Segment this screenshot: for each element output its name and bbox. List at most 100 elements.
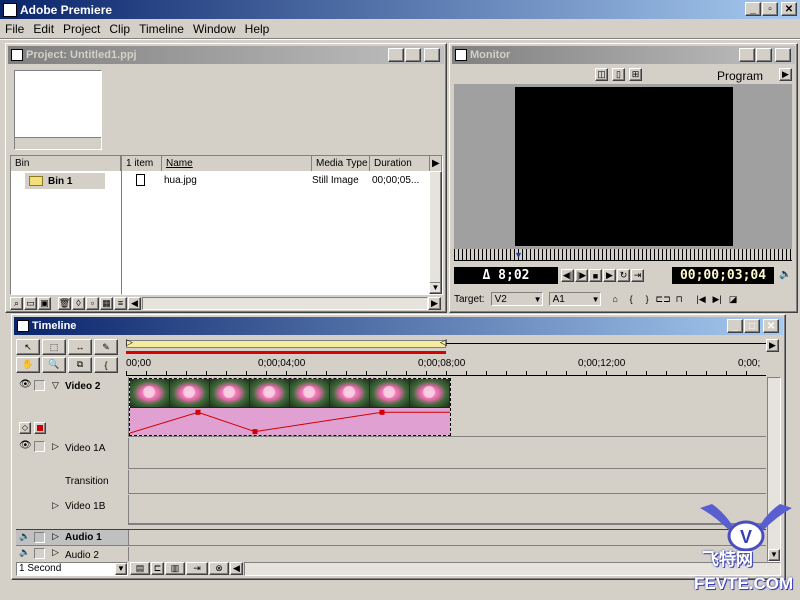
- menu-help[interactable]: Help: [245, 22, 270, 36]
- menu-clip[interactable]: Clip: [109, 22, 130, 36]
- scroll-right-icon[interactable]: ▶: [428, 296, 441, 310]
- icon-view-icon[interactable]: ▫: [86, 296, 99, 310]
- opacity-band[interactable]: [130, 408, 450, 435]
- trash-icon[interactable]: 🗑: [58, 296, 71, 310]
- menu-window[interactable]: Window: [193, 22, 236, 36]
- lock-box[interactable]: [34, 441, 45, 452]
- speaker-icon[interactable]: 🔈: [779, 269, 791, 280]
- play-in-out-icon[interactable]: ⇥: [631, 269, 644, 282]
- dual-view-icon[interactable]: ◫: [595, 68, 608, 81]
- scroll-left-icon[interactable]: ◀: [128, 296, 141, 310]
- monitor-close-button[interactable]: ✕: [775, 48, 791, 62]
- new-bin-icon[interactable]: ▭: [24, 296, 37, 310]
- time-ruler[interactable]: 00;00 0;00;04;00 0;00;08;00 0;00;12;00 0…: [126, 356, 766, 376]
- bin-item[interactable]: Bin 1: [25, 173, 105, 189]
- opacity-rubberband-toggle-icon[interactable]: [34, 422, 46, 434]
- expand-triangle-icon[interactable]: ▷: [52, 547, 59, 558]
- column-name[interactable]: Name: [162, 156, 312, 171]
- go-to-in-icon[interactable]: |◀: [695, 293, 708, 306]
- opacity-line[interactable]: [130, 411, 450, 434]
- project-minimize-button[interactable]: _: [388, 48, 404, 62]
- stop-icon[interactable]: ■: [589, 269, 602, 282]
- project-hscroll[interactable]: [142, 296, 428, 310]
- expand-triangle-icon[interactable]: ▷: [52, 441, 59, 452]
- step-back-icon[interactable]: ◀|: [561, 269, 574, 282]
- lift-icon[interactable]: ⌂: [609, 293, 622, 306]
- list-view-icon[interactable]: ≡: [114, 296, 127, 310]
- go-to-out-icon[interactable]: ▶|: [711, 293, 724, 306]
- opacity-keyframe-handle[interactable]: [252, 429, 258, 435]
- project-close-button[interactable]: ✕: [424, 48, 440, 62]
- keyframe-toggle-icon[interactable]: ◇: [19, 422, 31, 434]
- playhead-marker-icon[interactable]: ▼: [514, 250, 523, 260]
- single-view-icon[interactable]: ▯: [612, 68, 625, 81]
- time-unit-select[interactable]: 1 Second ▼: [16, 561, 128, 576]
- column-media-type[interactable]: Media Type: [312, 156, 370, 171]
- opacity-keyframe-handle[interactable]: [379, 409, 385, 415]
- monitor-minimize-button[interactable]: _: [739, 48, 755, 62]
- monitor-maximize-button[interactable]: □: [756, 48, 772, 62]
- play-icon[interactable]: ▶: [603, 269, 616, 282]
- list-item[interactable]: hua.jpg Still Image 00;00;05...: [122, 171, 442, 189]
- eye-icon[interactable]: 👁: [19, 440, 32, 451]
- mark-out-icon[interactable]: }: [641, 293, 654, 306]
- new-item-icon[interactable]: ▣: [38, 296, 51, 310]
- track-format-icon[interactable]: ▤: [130, 562, 150, 575]
- opacity-rubberband[interactable]: [130, 408, 450, 435]
- app-restore-button[interactable]: ▫: [762, 2, 778, 16]
- loop-icon[interactable]: ↻: [617, 269, 630, 282]
- trim-mode-icon[interactable]: ⊞: [629, 68, 642, 81]
- item-list-vscroll[interactable]: ▼: [429, 171, 442, 294]
- video-clip-hua[interactable]: [129, 378, 451, 436]
- binoculars-icon[interactable]: ⌕: [10, 296, 23, 310]
- timeline-close-button[interactable]: ✕: [763, 319, 779, 333]
- track-select-tool-icon[interactable]: ⧉: [68, 356, 92, 373]
- range-select-tool-icon[interactable]: ⬚: [42, 339, 66, 355]
- thumbnail-view-icon[interactable]: ▦: [100, 296, 113, 310]
- overlay-icon[interactable]: ⊓: [673, 293, 686, 306]
- step-forward-icon[interactable]: |▶: [575, 269, 588, 282]
- lock-box[interactable]: [34, 548, 45, 559]
- project-maximize-button[interactable]: □: [405, 48, 421, 62]
- video-target-select[interactable]: V2 ▼: [490, 292, 543, 306]
- app-minimize-button[interactable]: _: [745, 2, 761, 16]
- eye-icon[interactable]: 👁: [19, 379, 32, 390]
- toggle-shift-tracks-icon[interactable]: ⇥: [186, 562, 208, 575]
- insert-icon[interactable]: ⊏⊐: [656, 293, 671, 306]
- menu-file[interactable]: File: [5, 22, 24, 36]
- menu-edit[interactable]: Edit: [33, 22, 54, 36]
- speaker-icon[interactable]: 🔈: [19, 531, 30, 542]
- zoom-tool-icon[interactable]: 🔍: [42, 356, 66, 373]
- work-area-start-icon[interactable]: ▷: [126, 337, 133, 348]
- timeline-maximize-button[interactable]: □: [744, 319, 760, 333]
- audio-target-select[interactable]: A1 ▼: [548, 292, 601, 306]
- work-area-bar[interactable]: ▷ ◁: [126, 337, 766, 349]
- lock-box[interactable]: [34, 380, 45, 391]
- column-duration[interactable]: Duration: [370, 156, 430, 171]
- expand-triangle-icon[interactable]: ▷: [52, 531, 59, 542]
- toggle-view-icon[interactable]: ◊: [72, 296, 85, 310]
- toggle-sync-icon[interactable]: ⊗: [209, 562, 229, 575]
- lock-box[interactable]: [34, 532, 45, 543]
- toggle-edge-view-icon[interactable]: ▥: [165, 562, 185, 575]
- app-close-button[interactable]: ✕: [781, 2, 797, 16]
- mark-in-icon[interactable]: {: [625, 293, 638, 306]
- toggle-snap-icon[interactable]: ⊏: [151, 562, 164, 575]
- timeline-scroll-left-icon[interactable]: ◀: [230, 562, 243, 575]
- opacity-keyframe-handle[interactable]: [195, 409, 201, 415]
- selection-tool-icon[interactable]: ↖: [16, 339, 40, 355]
- monitor-menu-arrow-icon[interactable]: ▶: [779, 68, 792, 81]
- column-scroll-right-icon[interactable]: ▶: [430, 156, 442, 171]
- timeline-minimize-button[interactable]: _: [727, 319, 743, 333]
- menu-project[interactable]: Project: [63, 22, 100, 36]
- speaker-icon[interactable]: 🔈: [19, 547, 30, 558]
- monitor-scrubber[interactable]: ▼: [454, 249, 792, 261]
- menu-timeline[interactable]: Timeline: [139, 22, 184, 36]
- timeline-menu-arrow-icon[interactable]: ▶: [766, 339, 779, 352]
- razor-tool-icon[interactable]: ✎: [94, 339, 118, 355]
- rolling-edit-tool-icon[interactable]: ↔: [68, 339, 92, 355]
- expand-triangle-icon[interactable]: ▽: [52, 380, 59, 391]
- expand-triangle-icon[interactable]: ▷: [52, 500, 59, 511]
- frame-icon[interactable]: ◪: [727, 293, 740, 306]
- hand-tool-icon[interactable]: ✋: [16, 356, 40, 373]
